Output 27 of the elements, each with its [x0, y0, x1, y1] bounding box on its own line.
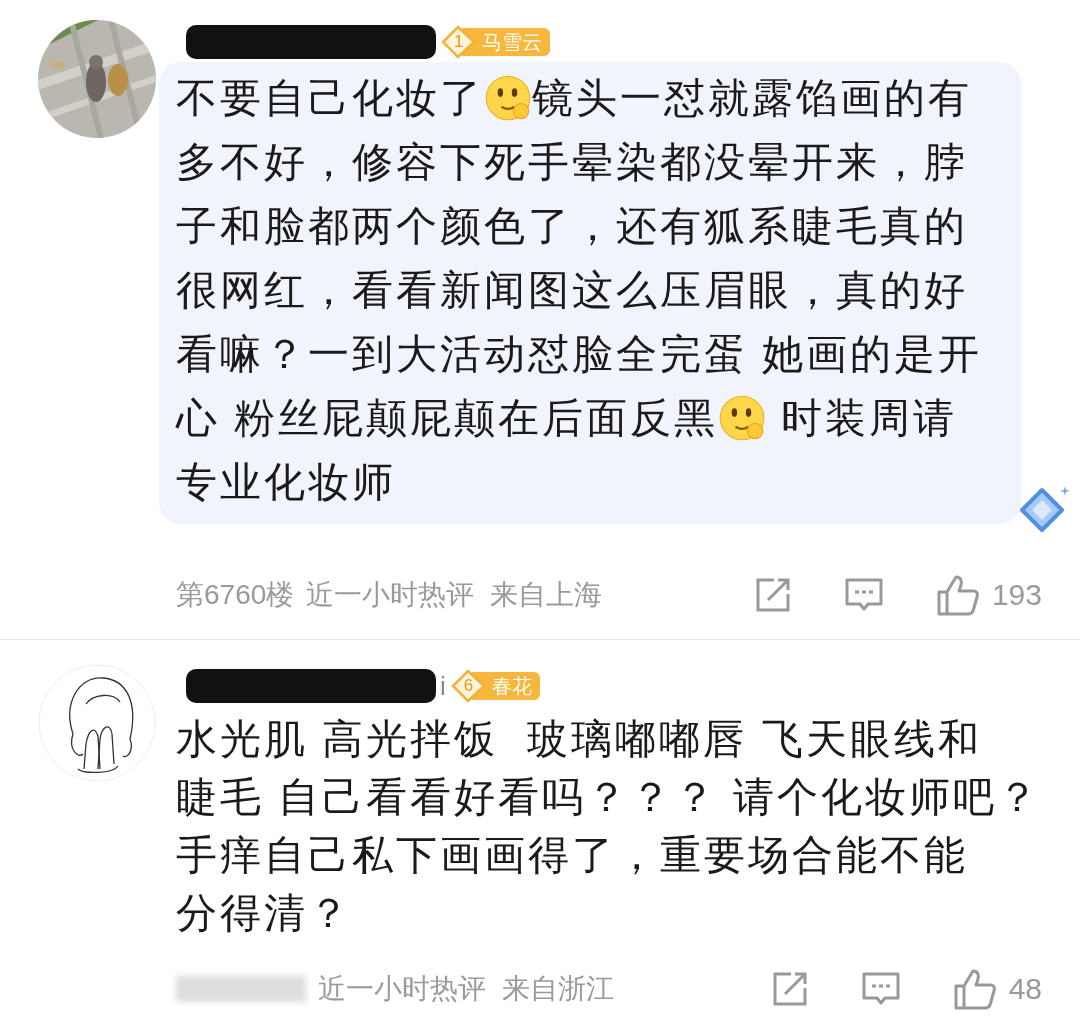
emoji-icon — [718, 394, 767, 442]
floor-number: 第6760楼 — [176, 577, 295, 612]
comment-text: 不要自己化妆了 — [176, 74, 484, 123]
comment-text: 时装周请 — [779, 394, 957, 443]
comment-text: 多不好，修容下死手晕染都没晕开来，脖 — [176, 138, 968, 187]
comment-text: 心 粉丝屁颠屁颠在后面反黑 — [176, 394, 719, 443]
comment-text: 很网红，看看新闻图这么压眉眼，真的好 — [176, 266, 968, 315]
like-count: 48 — [1008, 971, 1042, 1007]
comment-text: 镜头一怼就露馅画的有 — [532, 74, 972, 123]
comment-text: 水光肌 高光拌饭 玻璃嘟嘟唇 飞天眼线和 — [176, 715, 982, 764]
comment-text: 分得清？ — [176, 889, 352, 938]
comment-text: 看嘛？一到大活动怼脸全完蛋 她画的是开 — [176, 330, 983, 379]
comment-text: 子和脸都两个颜色了，还有狐系睫毛真的 — [176, 202, 968, 251]
comment-text: 睫毛 自己看看好看吗？？？ 请个化妆师吧？ — [176, 773, 1041, 822]
level-number: 1 — [454, 33, 464, 50]
emoji-icon — [484, 74, 532, 122]
comment-text: 手痒自己私下画画得了，重要场合能不能 — [176, 831, 968, 880]
like-icon[interactable] — [952, 967, 997, 1010]
timestamp: 近一小时热评 — [318, 971, 486, 1006]
like-count: 193 — [991, 577, 1042, 613]
like-icon[interactable] — [935, 573, 980, 616]
level-number: 6 — [463, 677, 474, 694]
location-text: 来自浙江 — [502, 971, 614, 1006]
username: i — [440, 669, 446, 703]
timestamp: 近一小时热评 — [306, 577, 475, 612]
location-text: 来自上海 — [490, 577, 603, 612]
comment-text: 专业化妆师 — [176, 458, 396, 507]
